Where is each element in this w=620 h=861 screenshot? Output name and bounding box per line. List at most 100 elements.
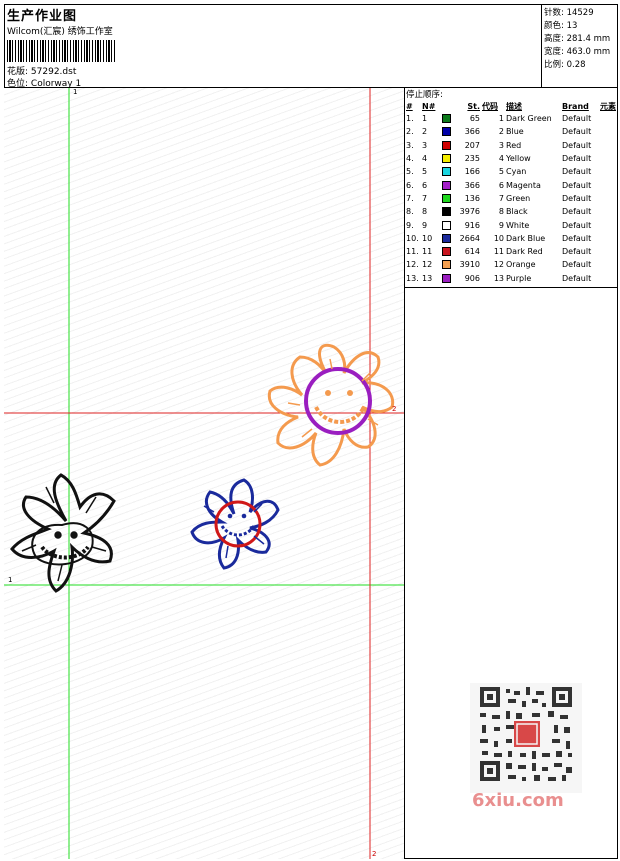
- row-needle: 11: [422, 247, 433, 257]
- row-stitch-count: 166: [464, 167, 480, 177]
- row-brand: Default: [562, 193, 592, 203]
- row-element: [599, 178, 618, 191]
- row-brand: Default: [562, 273, 592, 283]
- stat-width-value: 463.0 mm: [566, 47, 611, 57]
- row-index: 1.: [406, 114, 414, 124]
- row-brand: Default: [562, 114, 592, 124]
- row-index: 11.: [406, 247, 419, 257]
- row-code: 3: [498, 140, 504, 150]
- row-description: Dark Red: [506, 247, 543, 257]
- row-index: 13.: [406, 273, 419, 283]
- color-swatch: [442, 127, 451, 137]
- legend-row: 8. 8 3976 8 Black Default: [405, 205, 618, 218]
- stat-stitches-value: 14529: [566, 8, 594, 18]
- stat-height-label: 高度:: [544, 34, 564, 44]
- guide-label-v1: 1: [73, 88, 78, 96]
- stat-height: 高度: 281.4 mm: [544, 32, 610, 44]
- col-needle: N#: [422, 101, 436, 111]
- row-stitches: 235: [441, 152, 481, 165]
- row-stitch-count: 3910: [459, 260, 480, 270]
- col-code: 代码: [482, 101, 498, 111]
- row-stitches: 166: [441, 165, 481, 178]
- row-stitch-count: 366: [464, 180, 480, 190]
- row-element: [599, 272, 618, 285]
- row-stitch-count: 906: [464, 273, 480, 283]
- row-code: 13: [493, 273, 504, 283]
- row-description: Blue: [506, 127, 524, 137]
- row-code: 4: [498, 154, 504, 164]
- row-needle: 9: [422, 220, 428, 230]
- row-brand: Default: [562, 154, 592, 164]
- row-brand: Default: [562, 140, 592, 150]
- row-element: [599, 192, 618, 205]
- row-description: Dark Green: [506, 114, 552, 124]
- color-swatch: [442, 207, 451, 217]
- row-needle: 8: [422, 207, 428, 217]
- row-description: Cyan: [506, 167, 527, 177]
- row-stitches: 916: [441, 218, 481, 231]
- color-swatch: [442, 260, 451, 270]
- stat-colors-label: 颜色:: [544, 21, 564, 31]
- row-brand: Default: [562, 167, 592, 177]
- color-swatch: [442, 220, 451, 230]
- legend-row: 1. 1 65 1 Dark Green Default: [405, 112, 618, 125]
- guide-label-v2: 2: [372, 850, 377, 858]
- col-description: 描述: [506, 101, 522, 111]
- row-needle: 2: [422, 127, 428, 137]
- row-element: [599, 205, 618, 218]
- row-stitch-count: 2664: [459, 233, 480, 243]
- legend-table: # N# St. 代码 描述 Brand 元素 1. 1 65 1 Dark Green…: [405, 100, 618, 285]
- col-brand: Brand: [562, 101, 589, 111]
- row-description: Yellow: [506, 154, 531, 164]
- row-code: 6: [498, 180, 504, 190]
- color-swatch: [442, 180, 451, 190]
- qr-code-graphic: [470, 683, 582, 793]
- color-swatch: [442, 154, 451, 164]
- row-brand: Default: [562, 233, 592, 243]
- row-element: [599, 232, 618, 245]
- row-element: [599, 258, 618, 271]
- legend-row: 10. 10 2664 10 Dark Blue Default: [405, 232, 618, 245]
- color-swatch: [442, 247, 451, 257]
- color-swatch: [442, 193, 451, 203]
- stat-width: 宽度: 463.0 mm: [544, 45, 610, 57]
- stats-box: 针数: 14529 颜色: 13 高度: 281.4 mm 宽度: 463.0 …: [541, 4, 618, 87]
- stat-colors-value: 13: [566, 21, 578, 31]
- row-code: 10: [493, 233, 504, 243]
- color-swatch: [442, 114, 451, 124]
- legend-row: 7. 7 136 7 Green Default: [405, 192, 618, 205]
- row-needle: 4: [422, 154, 428, 164]
- stat-scale-value: 0.28: [566, 60, 586, 70]
- row-description: Green: [506, 193, 531, 203]
- row-needle: 1: [422, 114, 428, 124]
- row-code: 2: [498, 127, 504, 137]
- color-swatch: [442, 140, 451, 150]
- row-description: Dark Blue: [506, 233, 546, 243]
- guide-label-h1: 1: [8, 576, 13, 584]
- row-needle: 13: [422, 273, 433, 283]
- row-brand: Default: [562, 247, 592, 257]
- row-index: 12.: [406, 260, 419, 270]
- legend-row: 5. 5 166 5 Cyan Default: [405, 165, 618, 178]
- col-index: #: [406, 101, 413, 111]
- row-index: 10.: [406, 233, 419, 243]
- blue-flower-design: [190, 478, 280, 570]
- row-stitches: 906: [441, 272, 481, 285]
- row-description: Purple: [506, 273, 532, 283]
- row-code: 1: [498, 114, 504, 124]
- orange-flower-design: [267, 343, 395, 467]
- stat-width-label: 宽度:: [544, 47, 564, 57]
- stat-scale: 比例: 0.28: [544, 58, 586, 70]
- row-stitches: 3910: [441, 258, 481, 271]
- row-needle: 12: [422, 260, 433, 270]
- row-brand: Default: [562, 220, 592, 230]
- stat-stitches: 针数: 14529: [544, 6, 594, 18]
- row-element: [599, 165, 618, 178]
- row-element: [599, 245, 618, 258]
- guide-label-h2: 2: [392, 405, 397, 413]
- legend-row: 12. 12 3910 12 Orange Default: [405, 258, 618, 271]
- row-brand: Default: [562, 207, 592, 217]
- legend-row: 11. 11 614 11 Dark Red Default: [405, 245, 618, 258]
- stat-stitches-label: 针数:: [544, 8, 564, 18]
- legend-title: 停止顺序:: [406, 90, 443, 100]
